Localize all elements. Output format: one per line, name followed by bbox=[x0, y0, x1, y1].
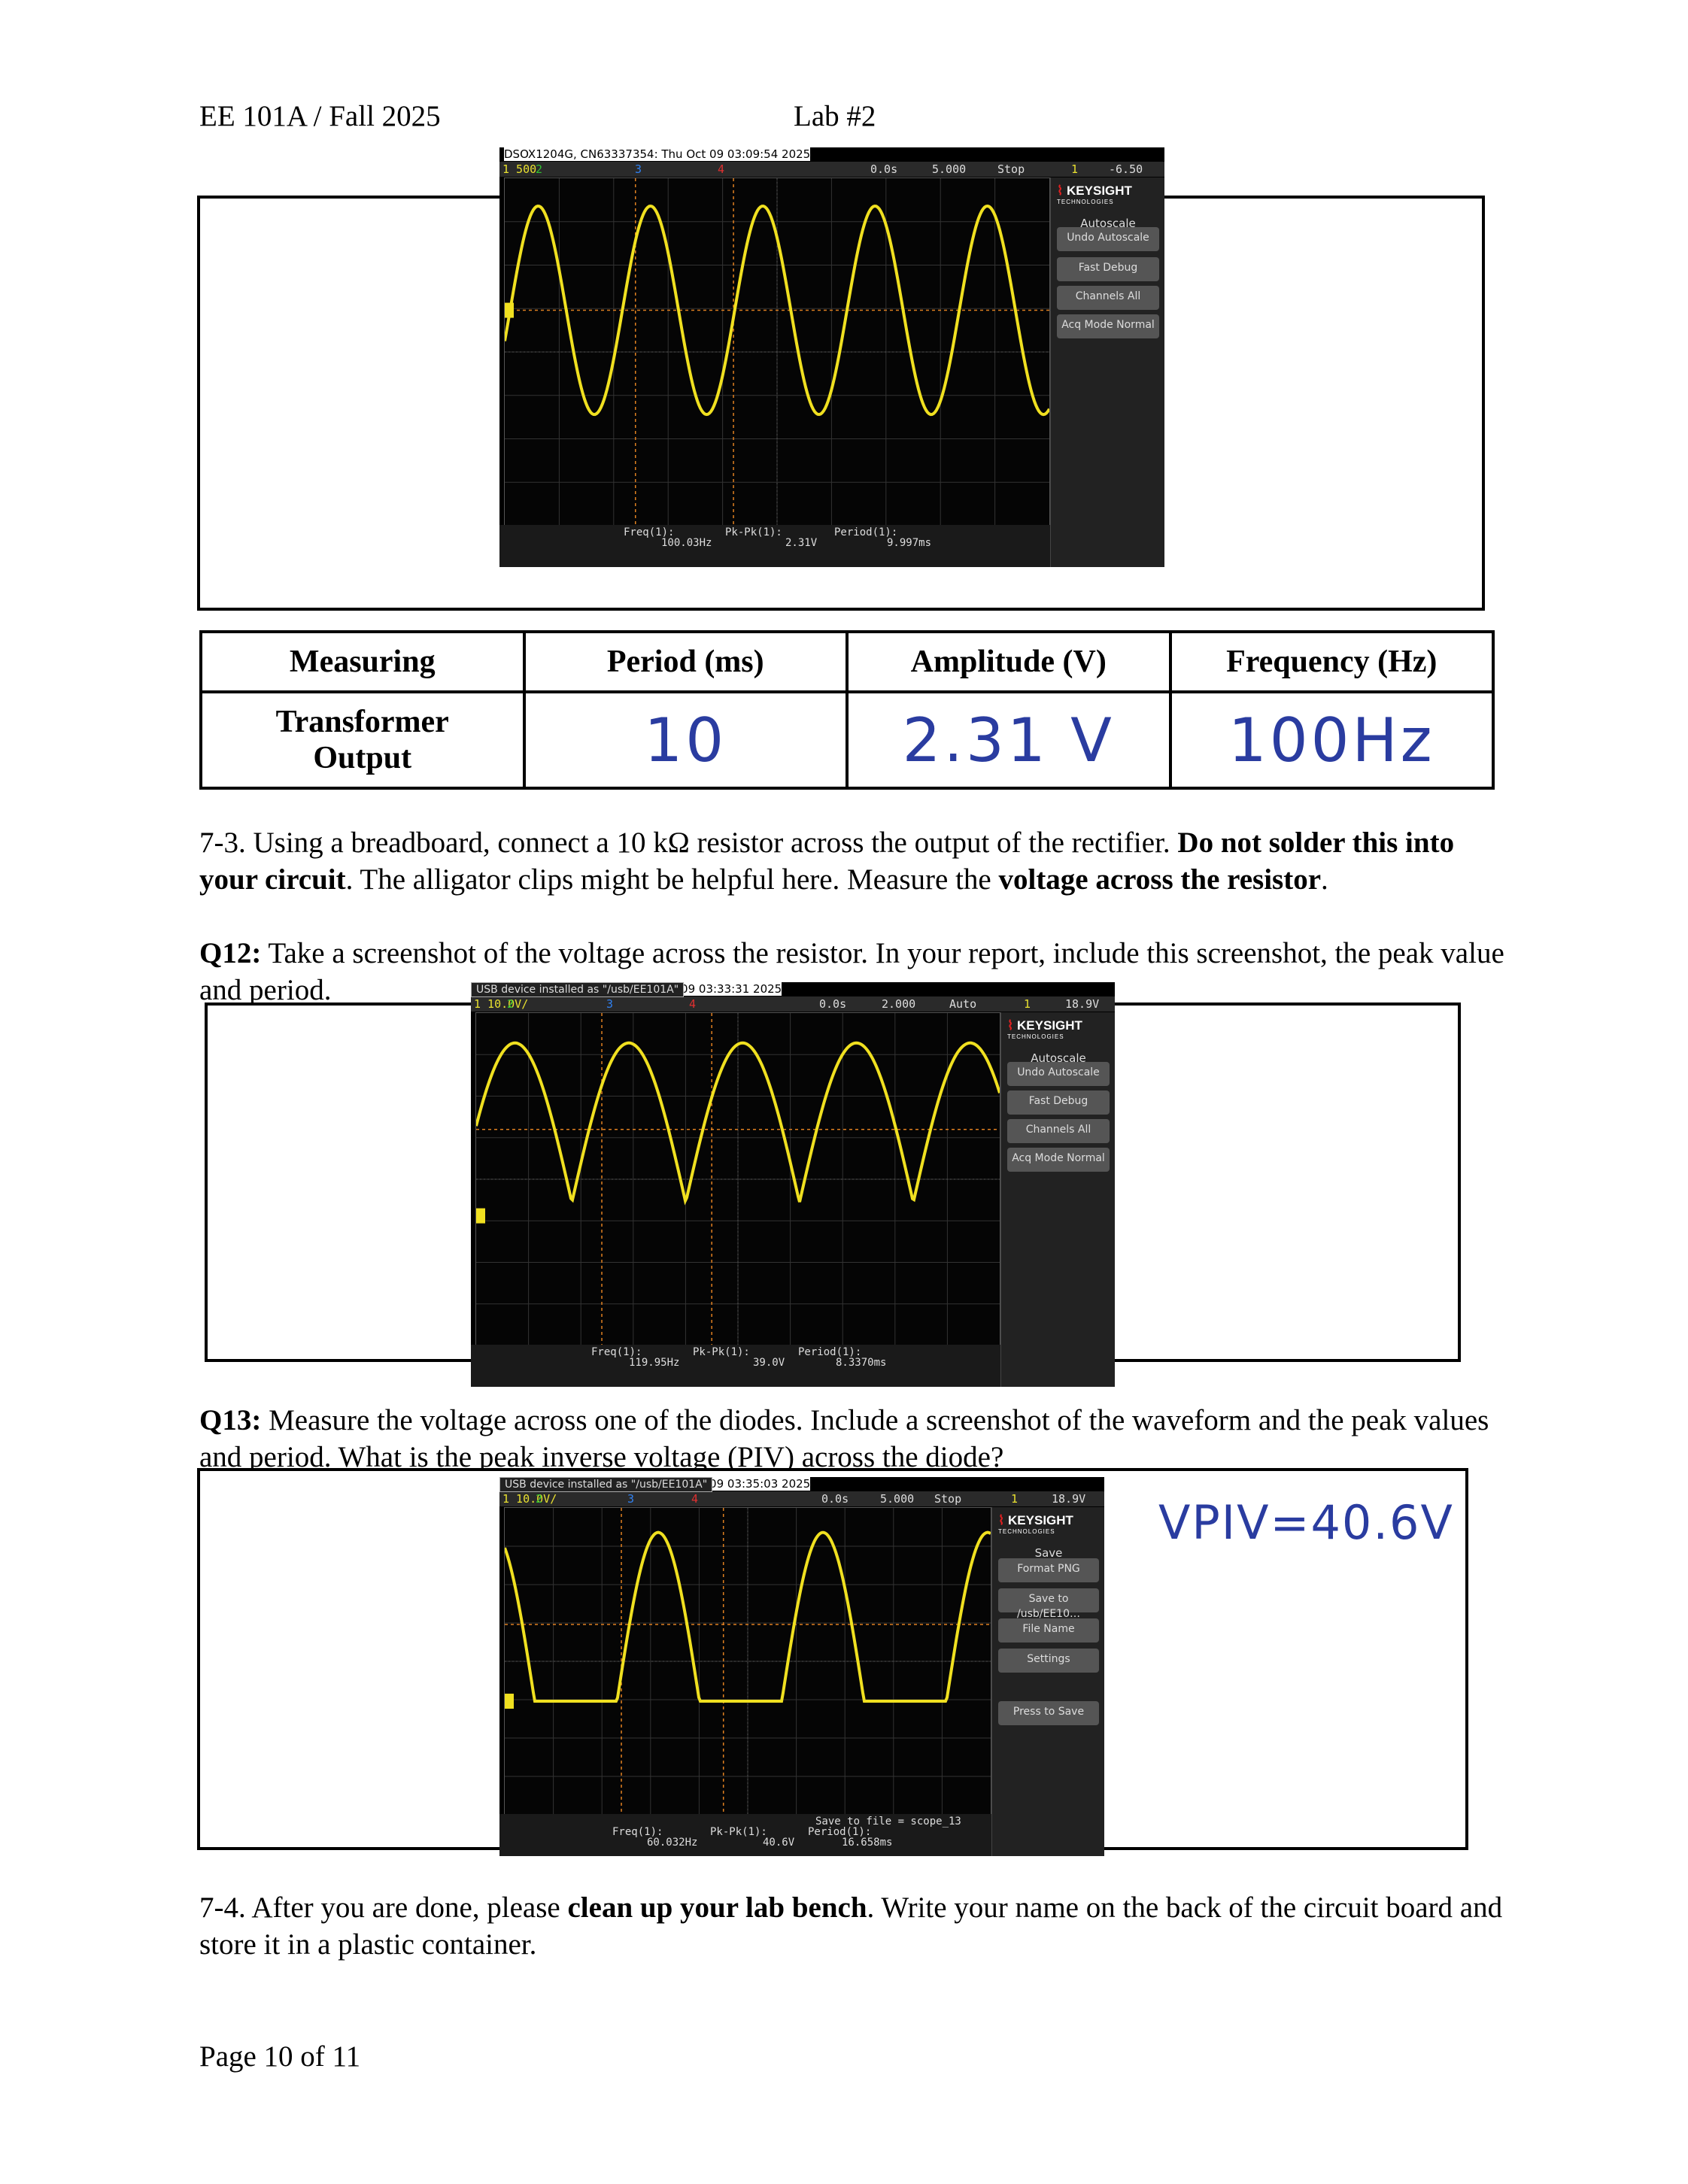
pkpk-value: 40.6V bbox=[763, 1837, 795, 1849]
period-value: 9.997ms bbox=[887, 537, 932, 549]
time-position: 0.0s bbox=[819, 997, 847, 1011]
softkey-button[interactable]: Settings bbox=[998, 1649, 1099, 1673]
scope-status-bar: 1 500 2 3 4 0.0s 5.000 Stop 1 -6.50 bbox=[499, 162, 1164, 177]
lab-header: Lab #2 bbox=[794, 100, 876, 132]
frequency-value: 100Hz bbox=[1168, 690, 1495, 790]
ch1-scale: 1 10.0V/ bbox=[502, 1492, 557, 1506]
pkpk-value: 2.31V bbox=[785, 537, 818, 549]
freq-value: 119.95Hz bbox=[629, 1357, 680, 1369]
oscilloscope-screenshot-2: DSOX1204G, CN63337354: Thu Oct 09 03:33:… bbox=[471, 982, 1115, 1387]
softkey-menu: ⌇ KEYSIGHT TECHNOLOGIES Autoscale Undo Aut… bbox=[1000, 1012, 1115, 1387]
pkpk-label: Pk-Pk(1): bbox=[725, 526, 782, 538]
trigger-channel: 1 bbox=[1071, 162, 1079, 176]
pkpk-label: Pk-Pk(1): bbox=[693, 1346, 750, 1358]
time-position: 0.0s bbox=[870, 162, 898, 176]
softkey-button[interactable]: File Name bbox=[998, 1618, 1099, 1643]
pkpk-value: 39.0V bbox=[753, 1357, 785, 1369]
keysight-logo: ⌇ KEYSIGHT TECHNOLOGIES bbox=[1007, 1018, 1082, 1040]
channel-ground-marker bbox=[505, 1694, 514, 1709]
time-scale: 2.000 bbox=[882, 997, 916, 1011]
softkey-button[interactable]: Channels All bbox=[1057, 286, 1159, 310]
amplitude-value: 2.31 V bbox=[846, 690, 1172, 790]
course-header: EE 101A / Fall 2025 bbox=[199, 100, 441, 132]
ch1-scale: 1 10.0V/ bbox=[474, 997, 529, 1011]
softkey-button[interactable]: Undo Autoscale bbox=[1057, 227, 1159, 251]
run-state: Stop bbox=[997, 162, 1025, 176]
trigger-channel: 1 bbox=[1024, 997, 1031, 1011]
run-state: Stop bbox=[934, 1492, 962, 1506]
measurement-bar: Save to file = scope_13 Freq(1): 60.032H… bbox=[499, 1814, 991, 1856]
pkpk-label: Pk-Pk(1): bbox=[710, 1826, 767, 1838]
ch1-scale: 1 500 bbox=[502, 162, 537, 176]
table-header: Measuring bbox=[199, 630, 526, 693]
period-value: 8.3370ms bbox=[836, 1357, 887, 1369]
softkey-button[interactable]: Press to Save bbox=[998, 1701, 1099, 1725]
usb-message: USB device installed as "/usb/EE101A" bbox=[499, 1477, 713, 1492]
run-state: Auto bbox=[949, 997, 977, 1011]
softkey-button[interactable]: Fast Debug bbox=[1057, 257, 1159, 281]
ch3-label: 3 bbox=[606, 997, 614, 1011]
ch4-label: 4 bbox=[718, 162, 725, 176]
softkey-button[interactable]: Acq Mode Normal bbox=[1007, 1148, 1110, 1172]
oscilloscope-screenshot-1: DSOX1204G, CN63337354: Thu Oct 09 03:09:… bbox=[499, 147, 1164, 567]
softkey-menu: ⌇ KEYSIGHT TECHNOLOGIES Save Format PNG Sav… bbox=[991, 1507, 1104, 1856]
ch2-label: 2 bbox=[536, 1492, 543, 1506]
page-number: Page 10 of 11 bbox=[199, 2040, 361, 2073]
softkey-button[interactable]: Fast Debug bbox=[1007, 1090, 1110, 1115]
softkey-button[interactable]: Acq Mode Normal bbox=[1057, 314, 1159, 338]
usb-message: USB device installed as "/usb/EE101A" bbox=[471, 982, 685, 997]
oscilloscope-screenshot-3: DSOX1204G, CN63337354: Thu Oct 09 03:35:… bbox=[499, 1477, 1104, 1856]
ch3-label: 3 bbox=[627, 1492, 635, 1506]
softkey-button[interactable]: Format PNG bbox=[998, 1558, 1099, 1582]
period-value: 10 bbox=[522, 690, 849, 790]
scope-status-bar: 1 10.0V/ 2 3 4 0.0s 5.000 Stop 1 18.9V bbox=[499, 1491, 1104, 1506]
waveform-display bbox=[504, 1507, 991, 1815]
trigger-level: 18.9V bbox=[1065, 997, 1100, 1011]
scope-status-bar: 1 10.0V/ 2 3 4 0.0s 2.000 Auto 1 18.9V bbox=[471, 996, 1115, 1012]
table-header: Period (ms) bbox=[522, 630, 849, 693]
scope-meta: DSOX1204G, CN63337354: Thu Oct 09 03:09:… bbox=[504, 147, 811, 161]
question-q13: Q13: Measure the voltage across one of t… bbox=[199, 1404, 1489, 1473]
channel-ground-marker bbox=[505, 302, 514, 318]
table-row: Transformer Output 10 2.31 V 100Hz bbox=[199, 690, 1495, 790]
time-position: 0.0s bbox=[821, 1492, 849, 1506]
measurement-bar: Freq(1): 119.95Hz Pk-Pk(1): 39.0V Period… bbox=[471, 1345, 1000, 1387]
softkey-menu: ⌇ KEYSIGHT TECHNOLOGIES Autoscale Undo Aut… bbox=[1050, 177, 1164, 567]
table-header-row: Measuring Period (ms) Amplitude (V) Freq… bbox=[199, 630, 1495, 693]
table-header: Amplitude (V) bbox=[846, 630, 1172, 693]
time-scale: 5.000 bbox=[932, 162, 967, 176]
keysight-logo: ⌇ KEYSIGHT TECHNOLOGIES bbox=[998, 1513, 1073, 1535]
ch2-label: 2 bbox=[536, 162, 543, 176]
softkey-button[interactable]: Channels All bbox=[1007, 1119, 1110, 1143]
handwritten-piv-note: VPIV=40.6V bbox=[1158, 1495, 1454, 1550]
measurement-table: Measuring Period (ms) Amplitude (V) Freq… bbox=[199, 630, 1495, 790]
measurement-bar: Freq(1): 100.03Hz Pk-Pk(1): 2.31V Period… bbox=[499, 525, 1050, 567]
period-value: 16.658ms bbox=[842, 1837, 893, 1849]
freq-value: 100.03Hz bbox=[661, 537, 712, 549]
ch4-label: 4 bbox=[691, 1492, 699, 1506]
freq-value: 60.032Hz bbox=[647, 1837, 698, 1849]
ch4-label: 4 bbox=[689, 997, 697, 1011]
paragraph-7-3: 7-3. Using a breadboard, connect a 10 kΩ… bbox=[199, 827, 1455, 896]
ch2-label: 2 bbox=[507, 997, 515, 1011]
channel-ground-marker bbox=[476, 1208, 485, 1224]
trigger-channel: 1 bbox=[1011, 1492, 1019, 1506]
trigger-level: -6.50 bbox=[1109, 162, 1143, 176]
paragraph-7-4: 7-4. After you are done, please clean up… bbox=[199, 1891, 1503, 1961]
trigger-level: 18.9V bbox=[1052, 1492, 1086, 1506]
row-label: Transformer Output bbox=[199, 690, 526, 790]
ch3-label: 3 bbox=[635, 162, 642, 176]
waveform-display bbox=[475, 1012, 1000, 1346]
keysight-logo: ⌇ KEYSIGHT TECHNOLOGIES bbox=[1057, 184, 1132, 205]
time-scale: 5.000 bbox=[880, 1492, 915, 1506]
table-header: Frequency (Hz) bbox=[1168, 630, 1495, 693]
softkey-button[interactable]: Undo Autoscale bbox=[1007, 1062, 1110, 1086]
waveform-display bbox=[504, 177, 1050, 526]
softkey-button[interactable]: Save to /usb/EE10… bbox=[998, 1588, 1099, 1620]
